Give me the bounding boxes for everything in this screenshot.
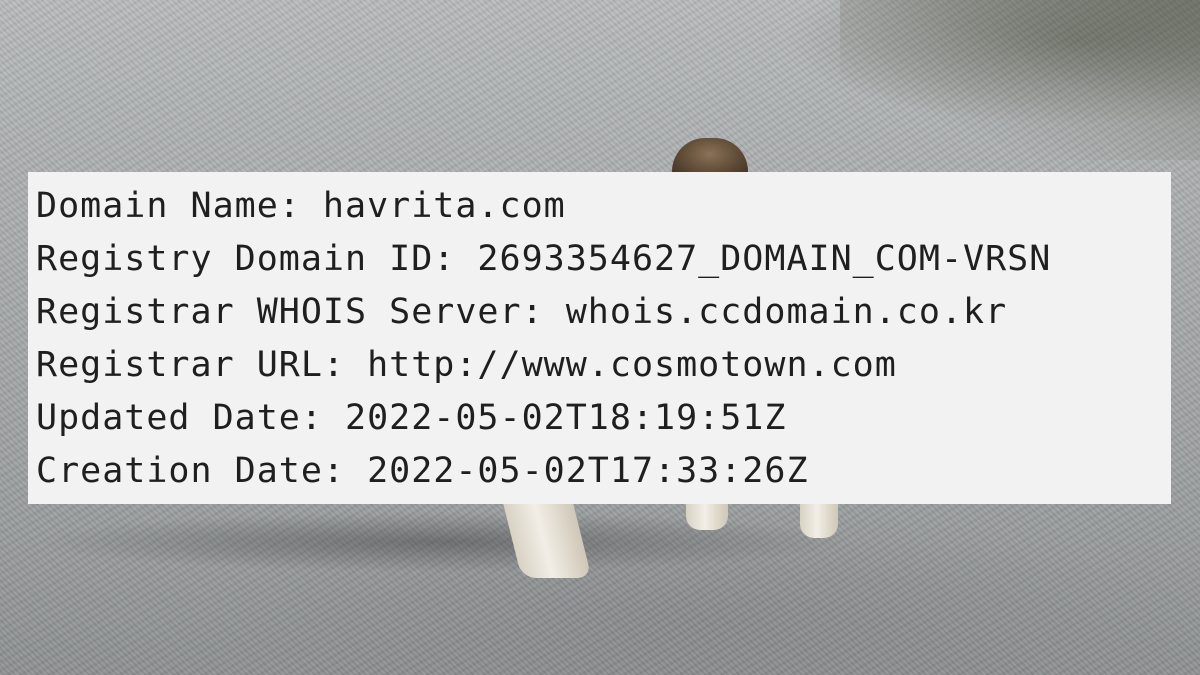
whois-registry-domain-id: Registry Domain ID: 2693354627_DOMAIN_CO… — [36, 239, 1052, 279]
dog-hind-leg-left — [686, 500, 728, 530]
whois-creation-date: Creation Date: 2022-05-02T17:33:26Z — [36, 451, 809, 491]
whois-updated-date: Updated Date: 2022-05-02T18:19:51Z — [36, 398, 787, 438]
roadside-grass — [840, 0, 1200, 160]
whois-record-panel: Domain Name: havrita.com Registry Domain… — [28, 172, 1171, 504]
whois-domain-name: Domain Name: havrita.com — [36, 186, 566, 226]
whois-registrar-server: Registrar WHOIS Server: whois.ccdomain.c… — [36, 292, 1008, 332]
dog-hind-leg-right — [800, 500, 838, 538]
whois-registrar-url: Registrar URL: http://www.cosmotown.com — [36, 345, 897, 385]
